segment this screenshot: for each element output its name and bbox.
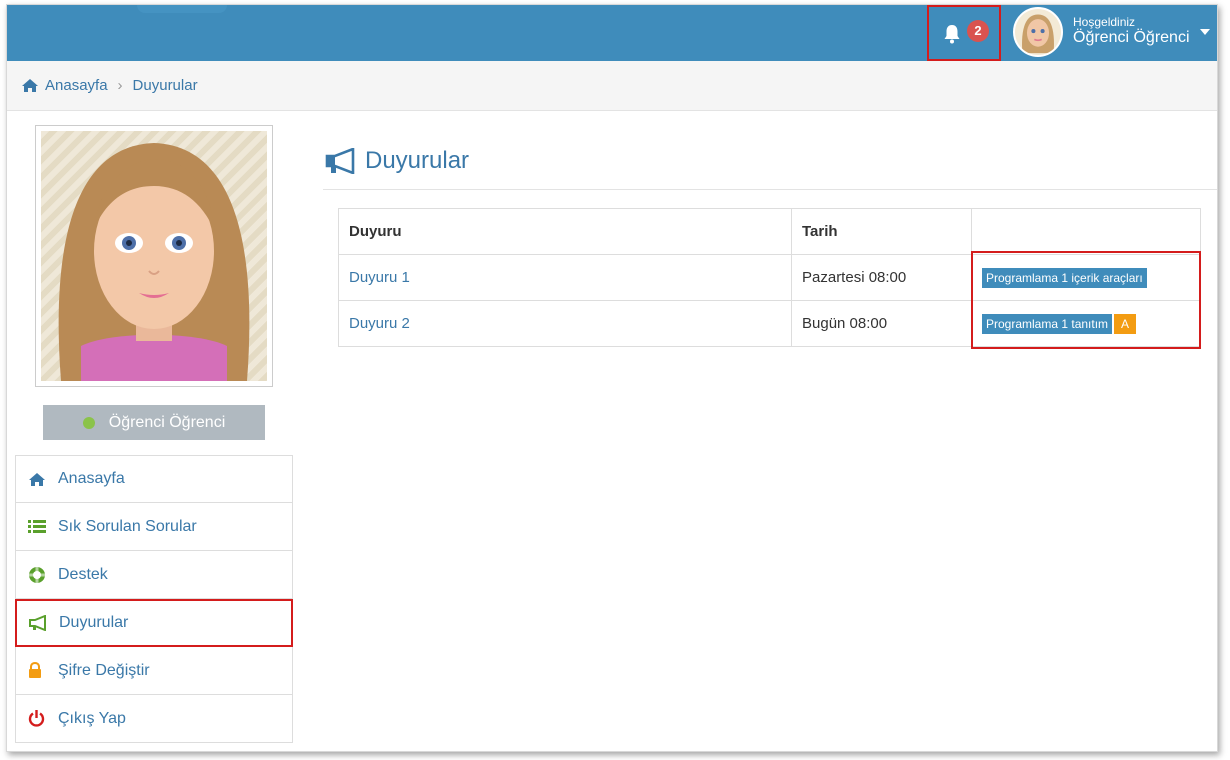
- notification-count-badge: 2: [967, 20, 989, 42]
- announcement-date: Bugün 08:00: [791, 300, 972, 347]
- profile-avatar-illustration: [58, 143, 250, 381]
- sidebar-item-label: Destek: [58, 565, 108, 583]
- sidebar-item-label: Çıkış Yap: [58, 709, 126, 727]
- column-header-tags: [971, 208, 1201, 255]
- breadcrumb-current[interactable]: Duyurular: [133, 77, 198, 94]
- power-icon: [28, 710, 50, 728]
- announcement-title-link[interactable]: Duyuru 1: [338, 254, 792, 301]
- brand-logo: [137, 5, 227, 13]
- app-window: 2 Hoşgeldiniz Öğrenci Öğrenci Anasayfa ›…: [6, 4, 1218, 752]
- profile-name-bar: Öğrenci Öğrenci: [43, 405, 265, 440]
- lock-icon: [28, 662, 50, 680]
- page-title: Duyurular: [325, 147, 469, 175]
- home-icon: [22, 79, 38, 92]
- sidebar-menu: Anasayfa Sık Sorulan Sorular Destek Duyu…: [15, 455, 293, 743]
- notifications-button[interactable]: 2: [927, 5, 1001, 61]
- announcement-date: Pazartesi 08:00: [791, 254, 972, 301]
- sidebar-item-sifre-degistir[interactable]: Şifre Değiştir: [15, 647, 293, 695]
- top-navbar: 2 Hoşgeldiniz Öğrenci Öğrenci: [7, 5, 1217, 61]
- breadcrumb-separator: ›: [117, 77, 123, 94]
- bullhorn-icon: [29, 614, 51, 632]
- column-header-duyuru: Duyuru: [338, 208, 792, 255]
- tags-highlight-box: [971, 251, 1201, 349]
- sidebar-item-label: Duyurular: [59, 614, 129, 631]
- sidebar-item-label: Anasayfa: [58, 470, 125, 487]
- avatar-image: [1015, 9, 1061, 55]
- sidebar-item-faq[interactable]: Sık Sorulan Sorular: [15, 503, 293, 551]
- user-avatar[interactable]: [1013, 7, 1063, 57]
- caret-down-icon[interactable]: [1200, 29, 1210, 35]
- sidebar-item-destek[interactable]: Destek: [15, 551, 293, 599]
- user-menu-toggle[interactable]: Hoşgeldiniz Öğrenci Öğrenci: [1073, 14, 1190, 46]
- home-icon: [28, 470, 50, 488]
- sidebar-item-anasayfa[interactable]: Anasayfa: [15, 455, 293, 503]
- profile-name: Öğrenci Öğrenci: [108, 413, 226, 431]
- breadcrumb-home-link[interactable]: Anasayfa: [45, 77, 108, 94]
- profile-photo: [35, 125, 273, 387]
- sidebar-item-cikis[interactable]: Çıkış Yap: [15, 695, 293, 743]
- lifebuoy-icon: [28, 565, 50, 584]
- user-name: Öğrenci Öğrenci: [1073, 29, 1190, 46]
- sidebar-item-duyurular[interactable]: Duyurular: [15, 599, 293, 647]
- online-status-icon: [82, 416, 95, 429]
- table-header-row: Duyuru Tarih: [338, 208, 1201, 255]
- column-header-tarih: Tarih: [791, 208, 972, 255]
- breadcrumb: Anasayfa › Duyurular: [7, 61, 1217, 111]
- bullhorn-icon: [325, 148, 355, 174]
- page-title-text: Duyurular: [365, 147, 470, 174]
- bell-icon: [944, 25, 960, 44]
- sidebar-item-label: Şifre Değiştir: [58, 661, 150, 679]
- welcome-text: Hoşgeldiniz: [1073, 15, 1136, 29]
- title-divider: [323, 189, 1217, 190]
- announcement-title-link[interactable]: Duyuru 2: [338, 300, 792, 347]
- sidebar-item-label: Sık Sorulan Sorular: [58, 517, 197, 535]
- list-icon: [28, 518, 50, 536]
